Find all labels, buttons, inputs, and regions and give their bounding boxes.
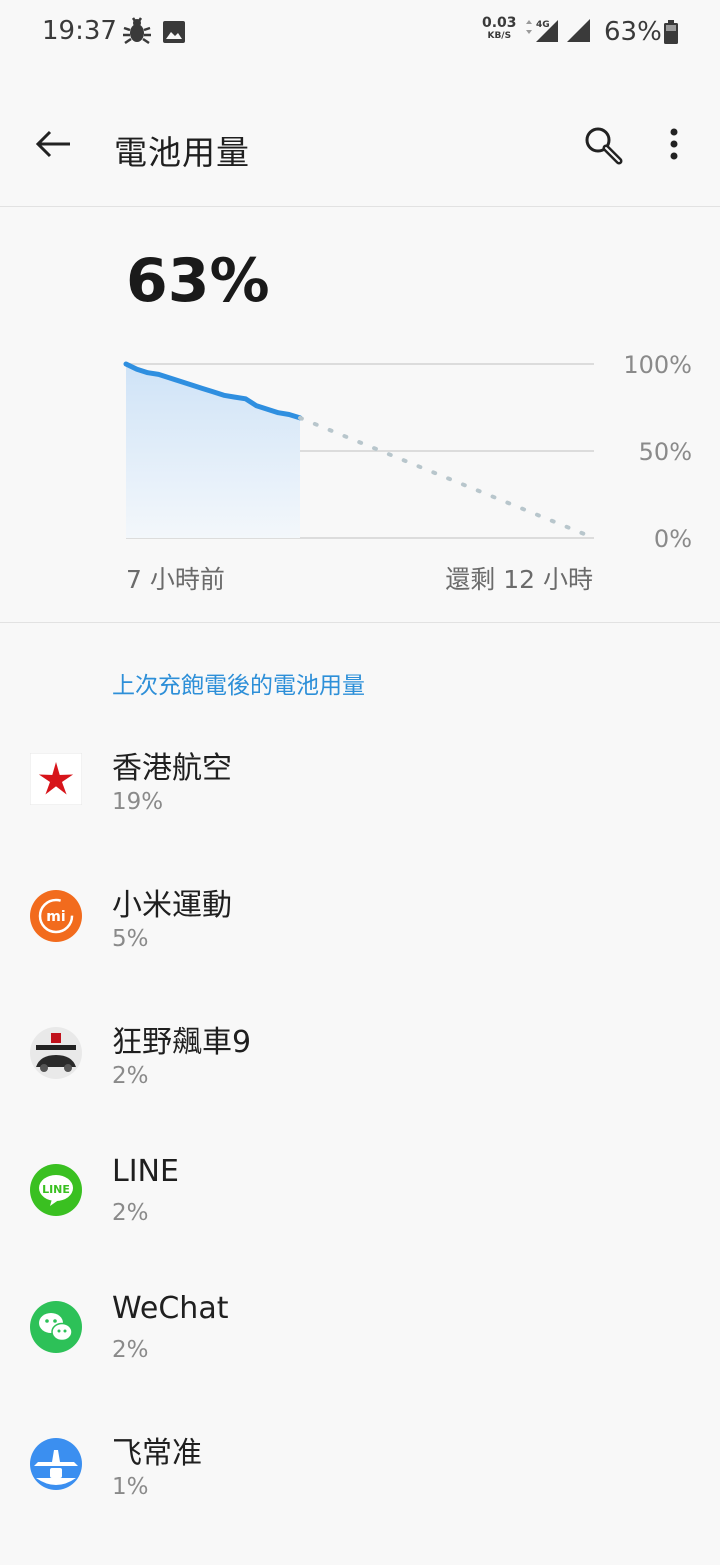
app-usage-percent: 1% xyxy=(112,1474,149,1500)
app-bar: 電池用量 xyxy=(0,64,720,207)
search-button[interactable] xyxy=(582,124,630,172)
battery-percent-large: 63% xyxy=(126,246,270,316)
signal-icon xyxy=(566,18,592,48)
svg-text:LINE: LINE xyxy=(42,1183,70,1196)
signal-4g-icon: 4G xyxy=(522,18,560,48)
app-row-hong-kong-airlines[interactable]: 香港航空 19% xyxy=(0,743,720,880)
status-bar: 19:37 0.03 KB/S 4G 63% xyxy=(0,0,720,64)
search-icon xyxy=(585,127,623,165)
divider xyxy=(0,206,720,207)
image-icon xyxy=(162,20,186,48)
bug-icon xyxy=(122,16,152,50)
svg-text:mi: mi xyxy=(46,909,65,925)
app-name: LINE xyxy=(112,1154,179,1189)
net-speed: 0.03 KB/S xyxy=(482,15,517,43)
chart-x-label-end: 還剩 12 小時 xyxy=(445,565,593,594)
app-name: 香港航空 xyxy=(112,751,232,786)
battery-usage-chart: 100% 50% 0% xyxy=(123,351,692,550)
app-usage-percent: 5% xyxy=(112,926,149,952)
mi-fit-icon: mi xyxy=(30,890,82,942)
projection-line xyxy=(298,415,596,540)
lte-label: 4G xyxy=(536,20,550,30)
app-name: 飞常准 xyxy=(112,1436,202,1471)
chart-x-label-start: 7 小時前 xyxy=(126,565,225,594)
app-row-line[interactable]: LINE LINE 2% xyxy=(0,1154,720,1291)
more-options-button[interactable] xyxy=(650,124,698,172)
chart-y-tick-label: 0% xyxy=(654,525,692,550)
app-row-mi-fit[interactable]: mi 小米運動 5% xyxy=(0,880,720,1017)
asphalt-9-icon xyxy=(30,1027,82,1079)
line-icon: LINE xyxy=(30,1164,82,1216)
app-usage-percent: 19% xyxy=(112,789,164,815)
hong-kong-airlines-icon xyxy=(29,752,83,806)
chart-y-tick-label: 100% xyxy=(623,351,692,379)
app-name: WeChat xyxy=(112,1291,229,1326)
wechat-icon xyxy=(30,1301,82,1353)
app-row-wechat[interactable]: WeChat 2% xyxy=(0,1291,720,1428)
page-title: 電池用量 xyxy=(114,133,250,172)
app-name: 小米運動 xyxy=(112,888,232,923)
chart-y-tick-label: 50% xyxy=(639,438,692,466)
variflight-icon xyxy=(30,1438,82,1490)
app-row-variflight[interactable]: 飞常准 1% xyxy=(0,1428,720,1565)
app-usage-percent: 2% xyxy=(112,1337,149,1363)
app-row-asphalt-9[interactable]: 狂野飆車9 2% xyxy=(0,1017,720,1154)
divider xyxy=(0,622,720,623)
app-usage-percent: 2% xyxy=(112,1200,149,1226)
section-header: 上次充飽電後的電池用量 xyxy=(112,673,365,699)
more-vert-icon xyxy=(670,128,678,160)
arrow-left-icon xyxy=(35,130,70,158)
net-speed-unit: KB/S xyxy=(487,31,512,41)
app-usage-percent: 2% xyxy=(112,1063,149,1089)
net-speed-value: 0.03 xyxy=(482,15,517,31)
back-button[interactable] xyxy=(30,124,78,172)
status-time: 19:37 xyxy=(42,16,117,46)
status-battery-percent: 63% xyxy=(604,17,662,47)
battery-icon xyxy=(664,20,678,48)
app-name: 狂野飆車9 xyxy=(112,1025,252,1060)
